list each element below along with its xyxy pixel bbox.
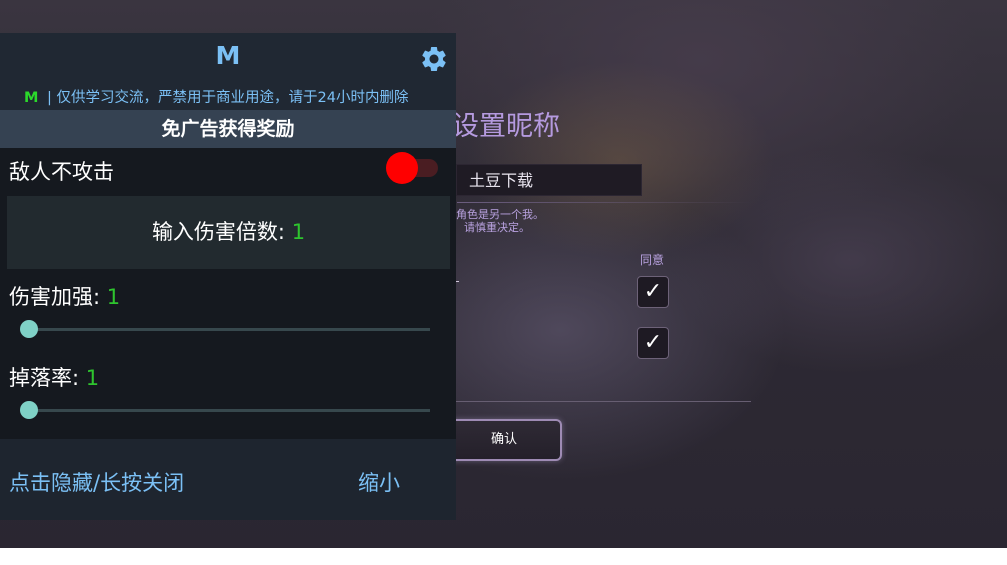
damage-multiplier-value: 1 [291, 220, 306, 244]
checkmark-icon: ✓ [643, 279, 663, 304]
slider-thumb[interactable] [20, 401, 38, 419]
drop-rate-label: 掉落率: 1 [9, 362, 99, 392]
damage-boost-slider[interactable] [20, 320, 430, 338]
gear-icon[interactable] [419, 44, 449, 74]
mod-menu-panel: M M | 仅供学习交流，严禁用于商业用途，请于24小时内删除 免广告获得奖励 … [0, 33, 456, 520]
screen-bottom-edge [0, 548, 1007, 565]
slider-rail [28, 328, 430, 331]
nickname-notice: 角色是另一个我。 请慎重决定。 [456, 208, 544, 234]
disclaimer-brand: M [24, 90, 39, 106]
nickname-input[interactable]: 土豆下载 [456, 164, 751, 203]
set-nickname-title: 设置昵称 [452, 111, 560, 142]
mod-logo: M [215, 41, 241, 70]
hide-close-button[interactable]: 点击隐藏/长按关闭 [9, 467, 184, 497]
drop-rate-text: 掉落率: [9, 366, 86, 390]
damage-multiplier-input[interactable]: 输入伤害倍数: 1 [7, 196, 450, 269]
slider-rail [28, 409, 430, 412]
damage-multiplier-label: 输入伤害倍数: [151, 220, 292, 244]
agree-label: 同意 [640, 253, 665, 267]
drop-rate-slider[interactable] [20, 401, 430, 419]
enemy-no-attack-label: 敌人不攻击 [9, 160, 114, 184]
mod-menu-footer: 点击隐藏/长按关闭 缩小 [0, 439, 456, 520]
notice-line-1: 角色是另一个我。 [456, 208, 544, 221]
disclaimer: M | 仅供学习交流，严禁用于商业用途，请于24小时内删除 [24, 86, 409, 107]
damage-boost-value: 1 [106, 285, 121, 309]
confirm-button[interactable]: 确认 [448, 419, 562, 461]
shrink-button[interactable]: 缩小 [358, 467, 400, 497]
mod-menu-header: M M | 仅供学习交流，严禁用于商业用途，请于24小时内删除 [0, 33, 456, 110]
damage-boost-label: 伤害加强: 1 [9, 281, 120, 311]
agree-checkbox-1[interactable]: ✓ [637, 276, 669, 308]
ad-free-reward-button[interactable]: 免广告获得奖励 [0, 110, 456, 148]
notice-line-2: 请慎重决定。 [464, 221, 530, 234]
divider [456, 401, 751, 402]
enemy-no-attack-toggle[interactable] [386, 152, 440, 184]
drop-rate-value: 1 [85, 366, 100, 390]
checkmark-icon: ✓ [643, 330, 663, 355]
damage-boost-text: 伤害加强: [9, 285, 107, 309]
slider-thumb[interactable] [20, 320, 38, 338]
agree-checkbox-2[interactable]: ✓ [637, 327, 669, 359]
toggle-knob [386, 152, 418, 184]
disclaimer-text: | 仅供学习交流，严禁用于商业用途，请于24小时内删除 [47, 90, 409, 106]
